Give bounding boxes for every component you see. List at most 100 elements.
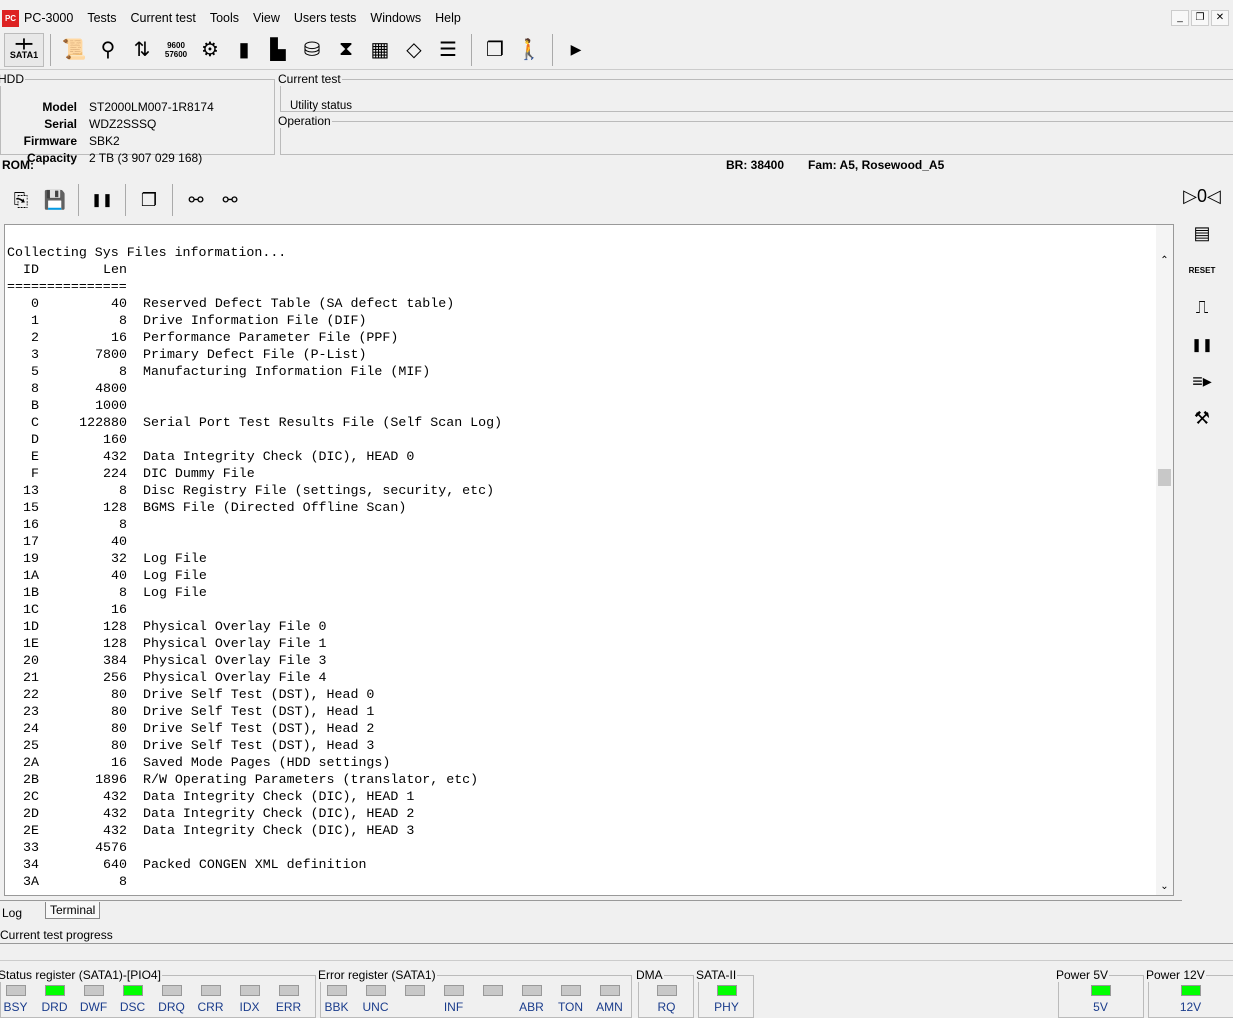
log-row-desc: Log File	[143, 551, 207, 566]
gear-disk-icon[interactable]: ⚙	[193, 33, 227, 67]
log-row-len: 224	[103, 466, 127, 481]
log-row-id: C	[31, 415, 39, 430]
sata-port-button[interactable]: ━╋━ SATA1	[4, 32, 44, 67]
led-indicator: BSY	[0, 985, 35, 1014]
status-leds: BSY DRD DWF DSC DRQ CRR IDX ERR	[0, 985, 308, 1014]
menu-pc3000[interactable]: PC-3000	[24, 11, 73, 25]
log-output[interactable]: Collecting Sys Files information... ID L…	[4, 224, 1174, 896]
reset-icon[interactable]: RESET	[1184, 252, 1220, 289]
find-next-icon[interactable]: ⚯	[213, 183, 247, 217]
log-row-id: 2C	[23, 789, 39, 804]
restore-button[interactable]: ❐	[1191, 10, 1209, 26]
power-icon[interactable]: ▷0◁	[1183, 178, 1221, 215]
info-scroll-icon[interactable]: 📜	[57, 33, 91, 67]
log-row-desc: BGMS File (Directed Offline Scan)	[143, 500, 407, 515]
list-icon[interactable]: ☰	[431, 33, 465, 67]
windows-icon[interactable]: ❐	[478, 33, 512, 67]
led-light	[365, 985, 386, 996]
serial-label: Serial	[44, 117, 77, 131]
connector-icon: ━╋━	[15, 39, 33, 49]
led-indicator: CRR	[191, 985, 230, 1014]
led-label: BBK	[324, 1000, 349, 1014]
save-icon[interactable]: 💾	[38, 183, 72, 217]
tab-terminal[interactable]: Terminal	[45, 902, 101, 919]
board-icon[interactable]: ▙	[261, 33, 295, 67]
close-button[interactable]: ✕	[1211, 10, 1229, 26]
hourglass-icon[interactable]: ⧗	[329, 33, 363, 67]
led-label: INF	[443, 1000, 464, 1014]
flowchart-icon[interactable]: ◇	[397, 33, 431, 67]
exit-icon[interactable]: 🚶	[512, 33, 546, 67]
menu-view[interactable]: View	[253, 11, 280, 25]
operation-legend: Operation	[278, 114, 331, 128]
log-row-len: 8	[119, 313, 127, 328]
serial-value: WDZ2SSSQ	[89, 117, 157, 131]
col-id: ID	[23, 262, 39, 277]
log-row-len: 80	[111, 704, 127, 719]
log-row-len: 128	[103, 619, 127, 634]
log-row-desc: Drive Self Test (DST), Head 1	[143, 704, 375, 719]
led-light	[122, 985, 143, 996]
led-indicator: AMN	[590, 985, 629, 1014]
operation-panel: Operation	[278, 114, 1233, 155]
menu-tools[interactable]: Tools	[210, 11, 239, 25]
menu-windows[interactable]: Windows	[370, 11, 421, 25]
log-row-len: 8	[119, 585, 127, 600]
log-row-id: 16	[23, 517, 39, 532]
log-row-id: 8	[31, 381, 39, 396]
log-row-len: 16	[111, 602, 127, 617]
hdd-model: Model ST2000LM007-1R8174	[1, 100, 271, 117]
main-toolbar: ━╋━ SATA1 📜 ⚲ ⇅ 9600 57600 ⚙ ▮ ▙ ⛁ ⧗ ▦ ◇ …	[0, 30, 1233, 70]
scroll-up-icon[interactable]: ⌃	[1156, 255, 1173, 267]
log-row-id: 3A	[23, 874, 39, 889]
menu-current-test[interactable]: Current test	[131, 11, 196, 25]
log-row-desc: Performance Parameter File (PPF)	[143, 330, 399, 345]
pause-icon[interactable]: ❚❚	[1184, 326, 1220, 363]
menu-tests[interactable]: Tests	[87, 11, 116, 25]
tab-log[interactable]: Log	[2, 906, 22, 920]
cylinder-icon[interactable]: ⛁	[295, 33, 329, 67]
led-light	[443, 985, 464, 996]
grid-icon[interactable]: ▦	[363, 33, 397, 67]
tools-icon[interactable]: ⚒	[1184, 400, 1220, 437]
log-row-desc: Data Integrity Check (DIC), HEAD 1	[143, 789, 415, 804]
chip-icon[interactable]: ▮	[227, 33, 261, 67]
pause-icon[interactable]: ❚❚	[85, 183, 119, 217]
lightbulb-icon[interactable]: ⚲	[91, 33, 125, 67]
baud-rate-icon[interactable]: 9600 57600	[159, 33, 193, 67]
minimize-button[interactable]: _	[1171, 10, 1189, 26]
head-map-icon[interactable]: ≡▸	[1184, 363, 1220, 400]
led-light	[5, 985, 26, 996]
menu-bar: PC PC-3000 Tests Current test Tools View…	[0, 8, 1233, 28]
power12-legend: Power 12V	[1146, 968, 1205, 982]
log-row-desc: Drive Self Test (DST), Head 2	[143, 721, 375, 736]
led-indicator: DSC	[113, 985, 152, 1014]
log-row-id: 17	[23, 534, 39, 549]
log-row-id: 33	[23, 840, 39, 855]
log-scrollbar[interactable]: ⌃ ⌄	[1156, 225, 1173, 895]
scroll-down-icon[interactable]: ⌄	[1156, 881, 1173, 893]
log-row-desc: DIC Dummy File	[143, 466, 255, 481]
log-row-desc: Log File	[143, 568, 207, 583]
separator: ===============	[7, 279, 127, 294]
log-row-id: 22	[23, 687, 39, 702]
led-label: RQ	[657, 1000, 676, 1014]
log-row-id: E	[31, 449, 39, 464]
find-icon[interactable]: ⚯	[179, 183, 213, 217]
transfer-icon[interactable]: ⇅	[125, 33, 159, 67]
menu-users-tests[interactable]: Users tests	[294, 11, 357, 25]
log-row-id: 1E	[23, 636, 39, 651]
more-icon[interactable]: ▶	[559, 33, 593, 67]
open-icon[interactable]: ⎘	[4, 183, 38, 217]
copy-icon[interactable]: ❐	[132, 183, 166, 217]
log-row-id: 1	[31, 313, 39, 328]
led-indicator: UNC	[356, 985, 395, 1014]
log-row-len: 80	[111, 738, 127, 753]
board-icon[interactable]: ▤	[1184, 215, 1220, 252]
menu-help[interactable]: Help	[435, 11, 461, 25]
log-row-len: 640	[103, 857, 127, 872]
firmware-value: SBK2	[89, 134, 120, 148]
scroll-thumb[interactable]	[1158, 469, 1171, 486]
log-row-desc: Physical Overlay File 1	[143, 636, 327, 651]
switch-icon[interactable]: ⎍	[1184, 289, 1220, 326]
